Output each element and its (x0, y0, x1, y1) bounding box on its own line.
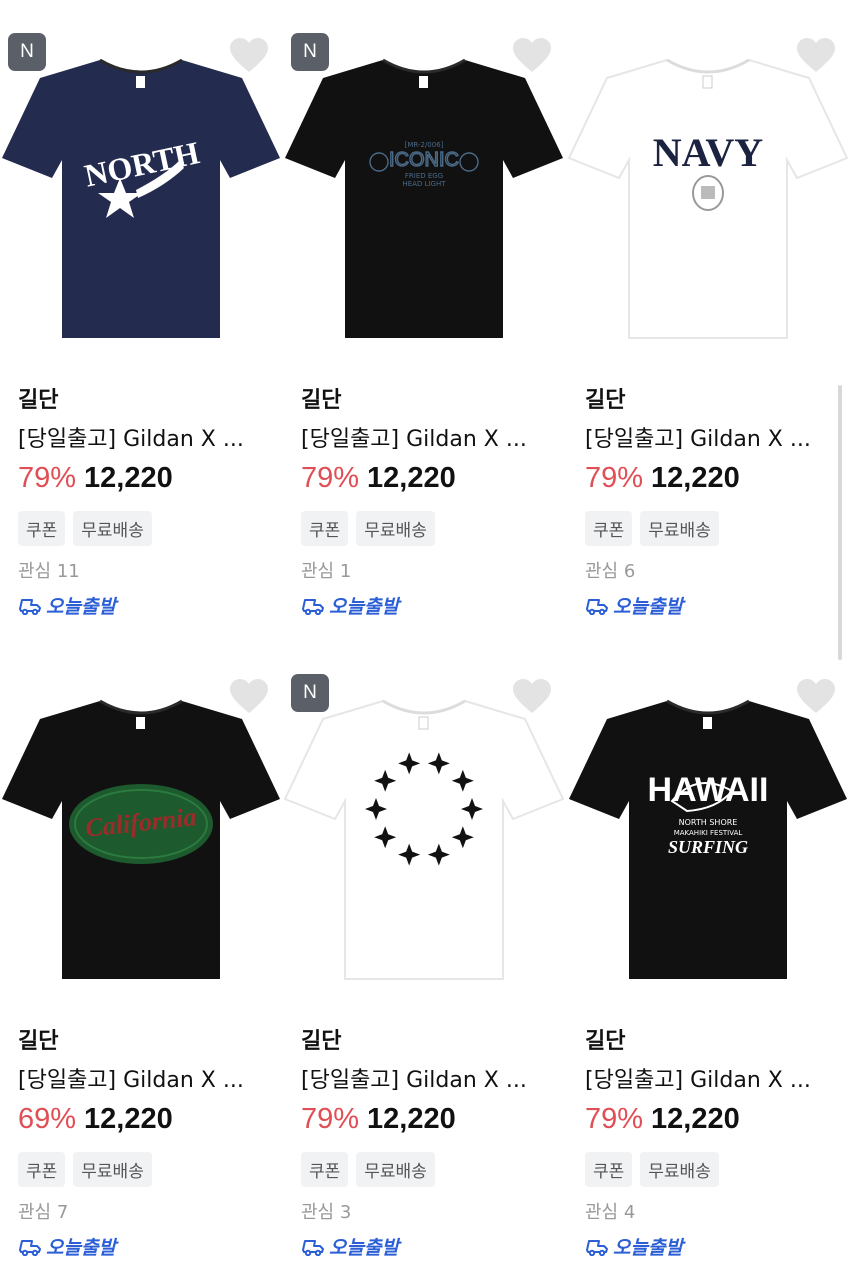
interest-count: 관심 4 (585, 1202, 636, 1223)
interest-count: 관심 1 (301, 561, 352, 582)
price: 12,220 (651, 462, 740, 494)
product-tag: 무료배송 (73, 511, 152, 546)
shipping-label: 오늘출발 (18, 592, 116, 619)
shipping-text: 오늘출발 (329, 596, 399, 618)
interest-count: 관심 7 (18, 1202, 69, 1223)
heart-icon[interactable] (229, 38, 269, 74)
tag-list: 쿠폰 무료배송 (18, 511, 152, 546)
truck-icon (586, 1239, 608, 1256)
new-badge: N (8, 33, 46, 71)
price: 12,220 (367, 462, 456, 494)
brand-name: 길단 (18, 388, 59, 413)
discount-rate: 79% (585, 1103, 644, 1135)
brand-name: 길단 (585, 1029, 626, 1054)
truck-icon (302, 598, 324, 615)
shipping-label: 오늘출발 (301, 1233, 399, 1260)
heart-icon[interactable] (796, 38, 836, 74)
svg-text:MAKAHIKI FESTIVAL: MAKAHIKI FESTIVAL (674, 829, 743, 837)
product-title[interactable]: [당일출고] Gildan X ... (18, 1062, 268, 1094)
product-tag: 쿠폰 (301, 511, 349, 546)
price: 12,220 (651, 1103, 740, 1135)
truck-icon (586, 598, 608, 615)
product-title[interactable]: [당일출고] Gildan X ... (301, 421, 551, 453)
shipping-text: 오늘출발 (329, 1237, 399, 1259)
shipping-label: 오늘출발 (585, 592, 683, 619)
discount-rate: 79% (18, 462, 77, 494)
discount-rate: 69% (18, 1103, 77, 1135)
interest-count: 관심 3 (301, 1202, 352, 1223)
scrollbar[interactable] (838, 385, 842, 660)
product-tag: 무료배송 (356, 1152, 435, 1187)
product-card[interactable]: NAVY 길단 [당일출고] Gildan X ... 79% 12,220 쿠폰… (567, 0, 850, 640)
price: 12,220 (84, 462, 173, 494)
product-tag: 쿠폰 (301, 1152, 349, 1187)
shipping-text: 오늘출발 (613, 1237, 683, 1259)
shipping-label: 오늘출발 (301, 592, 399, 619)
heart-icon[interactable] (229, 679, 269, 715)
shipping-label: 오늘출발 (585, 1233, 683, 1260)
shipping-text: 오늘출발 (46, 1237, 116, 1259)
new-badge: N (291, 33, 329, 71)
svg-text:SURFING: SURFING (668, 837, 748, 857)
product-card[interactable]: N 길단 [당일출고] Gildan X ... 79% 12,220 쿠폰 무료배… (283, 641, 566, 1281)
svg-text:FRIED EGG: FRIED EGG (405, 172, 443, 180)
price-row: 69% 12,220 (18, 1103, 173, 1136)
shipping-label: 오늘출발 (18, 1233, 116, 1260)
tag-list: 쿠폰 무료배송 (585, 511, 719, 546)
brand-name: 길단 (585, 388, 626, 413)
heart-icon[interactable] (512, 38, 552, 74)
product-card[interactable]: HAWAII NORTH SHORE MAKAHIKI FESTIVAL SUR… (567, 641, 850, 1281)
product-title[interactable]: [당일출고] Gildan X ... (18, 421, 268, 453)
discount-rate: 79% (301, 1103, 360, 1135)
interest-count: 관심 11 (18, 561, 80, 582)
truck-icon (19, 598, 41, 615)
svg-text:HAWAII: HAWAII (648, 771, 769, 809)
truck-icon (19, 1239, 41, 1256)
product-tag: 쿠폰 (18, 511, 66, 546)
truck-icon (302, 1239, 324, 1256)
brand-name: 길단 (301, 1029, 342, 1054)
svg-text:HEAD LIGHT: HEAD LIGHT (402, 180, 446, 188)
svg-text:[MR-2/006]: [MR-2/006] (405, 141, 444, 149)
tag-list: 쿠폰 무료배송 (18, 1152, 152, 1187)
heart-icon[interactable] (512, 679, 552, 715)
price-row: 79% 12,220 (301, 462, 456, 495)
svg-text:NAVY: NAVY (653, 130, 764, 175)
svg-text:ICONIC: ICONIC (389, 149, 459, 171)
price-row: 79% 12,220 (585, 1103, 740, 1136)
tag-list: 쿠폰 무료배송 (301, 511, 435, 546)
product-tag: 무료배송 (640, 1152, 719, 1187)
product-card[interactable]: California 길단 [당일출고] Gildan X ... 69% 12,… (0, 641, 283, 1281)
price-row: 79% 12,220 (18, 462, 173, 495)
interest-count: 관심 6 (585, 561, 636, 582)
tag-list: 쿠폰 무료배송 (585, 1152, 719, 1187)
product-title[interactable]: [당일출고] Gildan X ... (585, 421, 835, 453)
brand-name: 길단 (18, 1029, 59, 1054)
price-row: 79% 12,220 (301, 1103, 456, 1136)
product-tag: 무료배송 (356, 511, 435, 546)
product-title[interactable]: [당일출고] Gildan X ... (585, 1062, 835, 1094)
product-title[interactable]: [당일출고] Gildan X ... (301, 1062, 551, 1094)
product-tag: 무료배송 (640, 511, 719, 546)
product-card[interactable]: ICONIC [MR-2/006] FRIED EGG HEAD LIGHT N… (283, 0, 566, 640)
product-tag: 쿠폰 (585, 1152, 633, 1187)
price: 12,220 (84, 1103, 173, 1135)
product-tag: 무료배송 (73, 1152, 152, 1187)
shipping-text: 오늘출발 (613, 596, 683, 618)
svg-text:NORTH SHORE: NORTH SHORE (679, 818, 738, 827)
price: 12,220 (367, 1103, 456, 1135)
price-row: 79% 12,220 (585, 462, 740, 495)
heart-icon[interactable] (796, 679, 836, 715)
tag-list: 쿠폰 무료배송 (301, 1152, 435, 1187)
discount-rate: 79% (301, 462, 360, 494)
product-card[interactable]: NORTH N 길단 [당일출고] Gildan X ... 79% 12,220… (0, 0, 283, 640)
new-badge: N (291, 674, 329, 712)
shipping-text: 오늘출발 (46, 596, 116, 618)
product-tag: 쿠폰 (585, 511, 633, 546)
product-tag: 쿠폰 (18, 1152, 66, 1187)
brand-name: 길단 (301, 388, 342, 413)
discount-rate: 79% (585, 462, 644, 494)
